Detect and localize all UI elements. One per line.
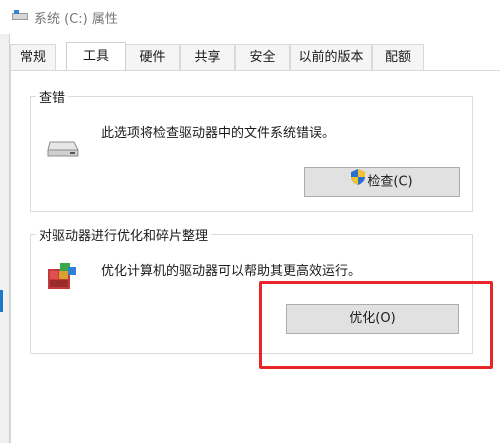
error-check-description: 此选项将检查驱动器中的文件系统错误。 (101, 126, 336, 141)
window-title: 系统 (C:) 属性 (34, 12, 118, 27)
error-check-title: 查错 (36, 87, 69, 106)
uac-shield-icon (351, 168, 366, 196)
optimize-title: 对驱动器进行优化和碎片整理 (36, 225, 212, 244)
tab-bar: 常规 工具 硬件 共享 安全 以前的版本 配额 (10, 42, 490, 71)
check-button-label: 检查(C) (367, 174, 413, 190)
tab-general[interactable]: 常规 (10, 44, 56, 70)
drive-icon (12, 10, 28, 22)
tab-hardware[interactable]: 硬件 (125, 44, 180, 70)
tab-tools[interactable]: 工具 (66, 42, 126, 70)
annotation-highlight-box (259, 281, 493, 369)
defrag-icon (46, 261, 78, 295)
edge-accent (0, 290, 3, 312)
tab-quota[interactable]: 配额 (372, 44, 424, 70)
tab-sharing[interactable]: 共享 (180, 44, 235, 70)
check-button[interactable]: 检查(C) (304, 167, 460, 197)
background-window-edge (0, 0, 10, 443)
tab-previous-versions[interactable]: 以前的版本 (290, 44, 372, 70)
optimize-description: 优化计算机的驱动器可以帮助其更高效运行。 (101, 264, 362, 279)
hard-drive-icon (46, 136, 80, 164)
title-bar: 系统 (C:) 属性 (0, 0, 500, 34)
tab-security[interactable]: 安全 (235, 44, 290, 70)
